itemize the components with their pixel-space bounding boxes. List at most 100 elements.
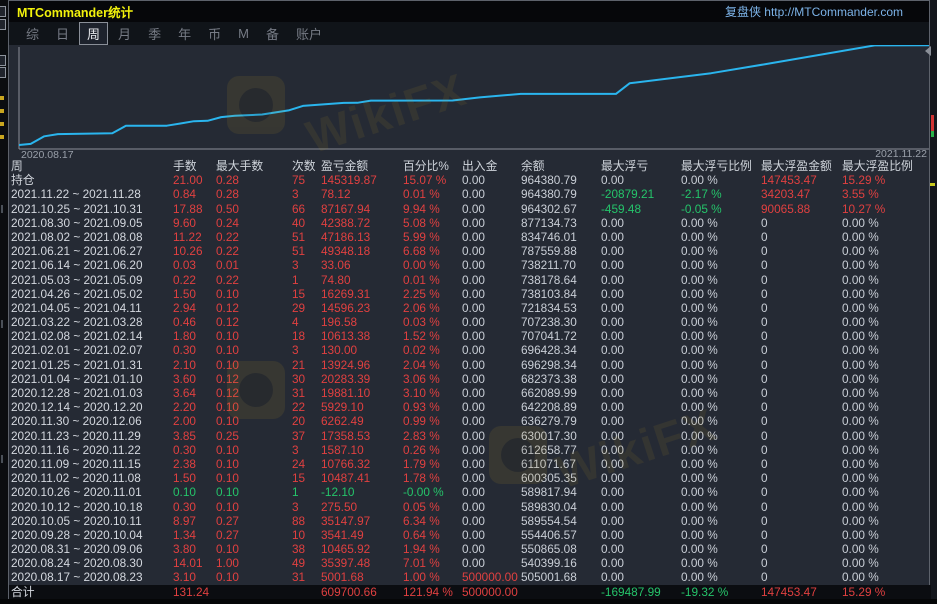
table-row[interactable]: 2020.10.05 ~ 2020.10.118.970.278835147.9… (9, 514, 931, 528)
table-row[interactable]: 2020.11.16 ~ 2020.11.220.300.1031587.100… (9, 443, 931, 457)
value-cell: 0.10 (216, 500, 292, 514)
value-cell: 0.00 % (842, 500, 931, 514)
background-marker (0, 122, 4, 126)
value-cell: 0.00 (462, 358, 521, 372)
column-header: 最大浮亏 (601, 159, 681, 173)
value-cell: 0.00 (462, 216, 521, 230)
value-cell: 90065.88 (761, 202, 842, 216)
table-row[interactable]: 2021.05.03 ~ 2021.05.090.220.22174.800.0… (9, 273, 931, 287)
period-cell: 2020.12.28 ~ 2021.01.03 (11, 386, 173, 400)
value-cell: 0.00 % (681, 273, 761, 287)
table-row[interactable]: 2020.08.31 ~ 2020.09.063.800.103810465.9… (9, 542, 931, 556)
value-cell: -12.10 (321, 485, 403, 499)
table-row[interactable]: 2021.11.22 ~ 2021.11.280.840.28378.120.0… (9, 187, 931, 201)
menu-item-9[interactable]: 备 (259, 23, 286, 44)
column-header: 手数 (173, 159, 216, 173)
value-cell: 3 (292, 500, 321, 514)
value-cell: 0 (761, 443, 842, 457)
table-row[interactable]: 2021.02.01 ~ 2021.02.070.300.103130.000.… (9, 343, 931, 357)
value-cell: 0.00 (462, 485, 521, 499)
table-row[interactable]: 2020.08.24 ~ 2020.08.3014.011.004935397.… (9, 556, 931, 570)
value-cell: 0.00 % (681, 570, 761, 584)
value-cell: 10.26 (173, 244, 216, 258)
value-cell: 738178.64 (521, 273, 601, 287)
table-row[interactable]: 2021.10.25 ~ 2021.10.3117.880.506687167.… (9, 202, 931, 216)
value-cell: 707041.72 (521, 329, 601, 343)
scroll-arrow-icon[interactable] (925, 46, 931, 56)
table-row[interactable]: 2021.02.08 ~ 2021.02.141.800.101810613.3… (9, 329, 931, 343)
menu-item-2[interactable]: 日 (49, 23, 76, 44)
value-cell: 0.00 % (842, 556, 931, 570)
table-row[interactable]: 2021.04.05 ~ 2021.04.112.940.122914596.2… (9, 301, 931, 315)
table-row[interactable]: 2020.12.28 ~ 2021.01.033.640.123119881.1… (9, 386, 931, 400)
value-cell: 6.68 % (403, 244, 462, 258)
value-cell: -2.17 % (681, 187, 761, 201)
table-row[interactable]: 2020.09.28 ~ 2020.10.041.340.27103541.49… (9, 528, 931, 542)
period-cell: 2021.04.26 ~ 2021.05.02 (11, 287, 173, 301)
period-cell: 2021.10.25 ~ 2021.10.31 (11, 202, 173, 216)
table-row[interactable]: 2021.06.21 ~ 2021.06.2710.260.225149348.… (9, 244, 931, 258)
value-cell: 0.00 % (842, 414, 931, 428)
period-cell: 2020.11.16 ~ 2020.11.22 (11, 443, 173, 457)
table-row[interactable]: 2020.11.30 ~ 2020.12.062.000.10206262.49… (9, 414, 931, 428)
table-row[interactable]: 2021.04.26 ~ 2021.05.021.500.101516269.3… (9, 287, 931, 301)
value-cell: 0 (761, 457, 842, 471)
menu-item-7[interactable]: 币 (201, 23, 228, 44)
table-row[interactable]: 2020.11.23 ~ 2020.11.293.850.253717358.5… (9, 429, 931, 443)
menu-item-10[interactable]: 账户 (289, 23, 329, 44)
value-cell: 0.00 % (842, 400, 931, 414)
table-row[interactable]: 2021.08.30 ~ 2021.09.059.600.244042388.7… (9, 216, 931, 230)
menu-item-6[interactable]: 年 (171, 23, 198, 44)
menu-item-1[interactable]: 综 (19, 23, 46, 44)
value-cell: 877134.73 (521, 216, 601, 230)
menu-item-3[interactable]: 周 (79, 22, 108, 45)
background-marker (0, 135, 4, 139)
table-row[interactable]: 2020.08.17 ~ 2020.08.233.100.10315001.68… (9, 570, 931, 584)
value-cell: 0.10 (216, 400, 292, 414)
value-cell: 0 (761, 329, 842, 343)
table-row[interactable]: 2021.01.25 ~ 2021.01.312.100.102113924.9… (9, 358, 931, 372)
background-marker (0, 109, 4, 113)
period-cell: 2020.10.12 ~ 2020.10.18 (11, 500, 173, 514)
value-cell: 0.02 % (403, 343, 462, 357)
weekly-stats-table: 周手数最大手数次数盈亏金额百分比%出入金余额最大浮亏最大浮亏比例最大浮盈金额最大… (9, 159, 931, 600)
table-row[interactable]: 2020.12.14 ~ 2020.12.202.200.10225929.10… (9, 400, 931, 414)
title-bar[interactable]: MTCommander统计 复盘侠 http://MTCommander.com (9, 1, 929, 22)
value-cell: 24 (292, 457, 321, 471)
value-cell: 589554.54 (521, 514, 601, 528)
total-row[interactable]: 合计131.24609700.66121.94 %500000.00-16948… (9, 585, 931, 599)
value-cell: 0.00 (601, 287, 681, 301)
value-cell: 0.00 % (842, 514, 931, 528)
menu-item-4[interactable]: 月 (111, 23, 138, 44)
screen: MTCommander统计 复盘侠 http://MTCommander.com… (0, 0, 937, 604)
value-cell: 0.10 (216, 343, 292, 357)
value-cell: 40 (292, 216, 321, 230)
value-cell: 275.50 (321, 500, 403, 514)
value-cell: 0.00 (601, 329, 681, 343)
background-app-left-strip (0, 0, 8, 604)
table-row[interactable]: 2020.10.26 ~ 2020.11.010.100.101-12.10-0… (9, 485, 931, 499)
table-row[interactable]: 2020.10.12 ~ 2020.10.180.300.103275.500.… (9, 500, 931, 514)
value-cell: 38 (292, 542, 321, 556)
value-cell: 10766.32 (321, 457, 403, 471)
value-cell: 15.29 % (842, 173, 931, 187)
table-row[interactable]: 2021.03.22 ~ 2021.03.280.460.124196.580.… (9, 315, 931, 329)
table-row[interactable]: 2021.08.02 ~ 2021.08.0811.220.225147186.… (9, 230, 931, 244)
value-cell: 2.04 % (403, 358, 462, 372)
menu-item-8[interactable]: M (231, 25, 256, 42)
table-row[interactable]: 2020.11.02 ~ 2020.11.081.500.101510487.4… (9, 471, 931, 485)
value-cell: 3 (292, 187, 321, 201)
menu-item-5[interactable]: 季 (141, 23, 168, 44)
table-row[interactable]: 2021.06.14 ~ 2021.06.200.030.01333.060.0… (9, 258, 931, 272)
background-toolbar-button-icon (0, 6, 6, 17)
value-cell: 0.10 (216, 471, 292, 485)
value-cell: 0.00 (462, 556, 521, 570)
table-row[interactable]: 2021.01.04 ~ 2021.01.103.600.123020283.3… (9, 372, 931, 386)
brand-link[interactable]: 复盘侠 http://MTCommander.com (725, 3, 921, 20)
value-cell: 0.00 (462, 414, 521, 428)
table-row[interactable]: 2020.11.09 ~ 2020.11.152.380.102410766.3… (9, 457, 931, 471)
table-row[interactable]: 持仓21.000.2875145319.8715.07 %0.00964380.… (9, 173, 931, 187)
value-cell: 0 (761, 485, 842, 499)
value-cell: 75 (292, 173, 321, 187)
column-header: 周 (11, 159, 173, 173)
